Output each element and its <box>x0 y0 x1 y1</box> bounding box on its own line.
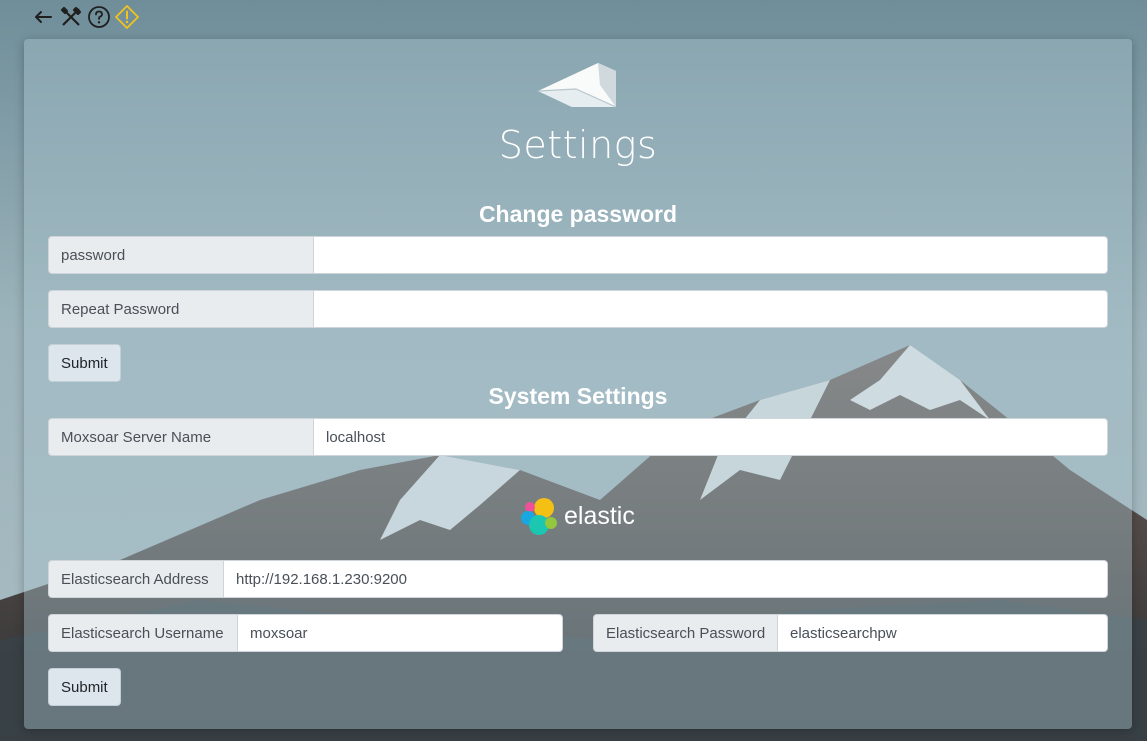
elasticsearch-password-input-group: Elasticsearch Password <box>593 614 1108 652</box>
server-name-input-group: Moxsoar Server Name <box>48 418 1108 456</box>
elastic-brand-text: elastic <box>564 501 635 530</box>
tools-icon[interactable] <box>58 4 84 30</box>
warning-icon[interactable] <box>114 4 140 30</box>
password-label: password <box>48 236 313 274</box>
server-name-label: Moxsoar Server Name <box>48 418 313 456</box>
help-icon[interactable] <box>86 4 112 30</box>
repeat-password-input-group: Repeat Password <box>48 290 1108 328</box>
page-title: Settings <box>498 123 658 167</box>
top-toolbar <box>30 4 140 30</box>
elastic-logo: elastic <box>518 494 635 538</box>
server-name-input[interactable] <box>313 418 1108 456</box>
elasticsearch-password-label: Elasticsearch Password <box>593 614 777 652</box>
elasticsearch-password-input[interactable] <box>777 614 1108 652</box>
elasticsearch-username-input-group: Elasticsearch Username <box>48 614 563 652</box>
elasticsearch-address-label: Elasticsearch Address <box>48 560 223 598</box>
repeat-password-label: Repeat Password <box>48 290 313 328</box>
change-password-heading: Change password <box>478 201 678 227</box>
paper-plane-logo <box>537 63 617 108</box>
password-input[interactable] <box>313 236 1108 274</box>
settings-card: Settings Change password password Repeat… <box>24 39 1132 729</box>
elasticsearch-address-input-group: Elasticsearch Address <box>48 560 1108 598</box>
elastic-cluster-icon <box>521 498 557 535</box>
password-input-group: password <box>48 236 1108 274</box>
elasticsearch-username-input[interactable] <box>237 614 563 652</box>
change-password-submit-button[interactable]: Submit <box>48 344 121 382</box>
elasticsearch-username-label: Elasticsearch Username <box>48 614 237 652</box>
elasticsearch-submit-button[interactable]: Submit <box>48 668 121 706</box>
system-settings-heading: System Settings <box>488 383 668 409</box>
repeat-password-input[interactable] <box>313 290 1108 328</box>
elasticsearch-address-input[interactable] <box>223 560 1108 598</box>
back-arrow-icon[interactable] <box>30 4 56 30</box>
